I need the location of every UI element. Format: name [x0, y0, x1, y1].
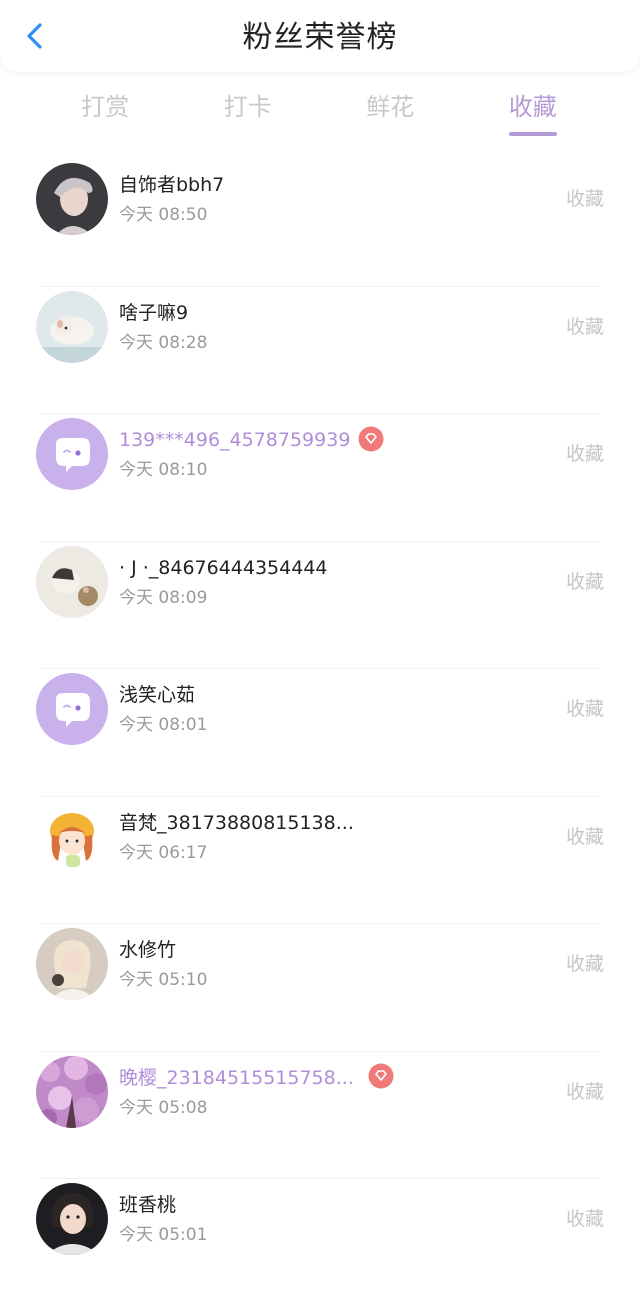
user-name: 自饰者bbh7: [119, 174, 225, 196]
user-name: 班香桃: [119, 1194, 177, 1216]
photo-avatar-icon: [36, 290, 108, 363]
user-name: 139***496_4578759939: [119, 426, 384, 454]
list-item[interactable]: 浅笑心茹 今天 08:01 收藏: [36, 668, 604, 796]
action-label: 收藏: [565, 825, 604, 848]
avatar[interactable]: [36, 1183, 108, 1255]
timestamp: 今天 08:09: [119, 587, 208, 608]
action-label: 收藏: [565, 315, 604, 338]
timestamp: 今天 05:10: [119, 970, 208, 990]
tab-flowers[interactable]: 鲜花: [319, 88, 462, 144]
timestamp: 今天 05:01: [119, 1225, 208, 1245]
tab-reward[interactable]: 打赏: [34, 88, 177, 144]
avatar[interactable]: [36, 800, 108, 873]
active-tab-indicator: [508, 132, 557, 136]
user-name: 浅笑心茹: [119, 684, 196, 706]
default-chat-avatar-icon: [36, 673, 108, 745]
user-name: · J ·_84676444354444: [119, 556, 328, 579]
action-label: 收藏: [565, 698, 604, 720]
list-item[interactable]: 啥子嘛9 今天 08:28 收藏: [36, 285, 604, 414]
list-item[interactable]: 水修竹 今天 05:10 收藏: [36, 923, 604, 1051]
user-name-text: 139***496_4578759939: [119, 429, 351, 451]
default-chat-avatar-icon: [36, 418, 108, 490]
action-label: 收藏: [565, 188, 604, 210]
user-name: 啥子嘛9: [119, 301, 189, 324]
header-bar: 粉丝荣誉榜: [0, 0, 640, 72]
user-name: 音梵_38173880815138...: [119, 811, 354, 834]
user-name: 晚樱_23184515515758...: [119, 1063, 394, 1092]
action-label: 收藏: [565, 570, 604, 593]
tab-checkin[interactable]: 打卡: [177, 88, 320, 144]
list-item[interactable]: 音梵_38173880815138... 今天 06:17 收藏: [36, 795, 604, 924]
list-item[interactable]: 自饰者bbh7 今天 08:50 收藏: [36, 158, 604, 286]
user-name-text: 晚樱_23184515515758...: [119, 1066, 354, 1089]
user-name: 水修竹: [119, 939, 177, 961]
timestamp: 今天 08:10: [119, 460, 208, 480]
avatar[interactable]: [36, 673, 108, 745]
timestamp: 今天 08:50: [119, 205, 208, 225]
flower-avatar-icon: [36, 1055, 108, 1128]
photo-avatar-icon: [36, 545, 108, 618]
cartoon-avatar-icon: [36, 800, 108, 873]
action-label: 收藏: [565, 1080, 604, 1103]
photo-avatar-icon: [36, 928, 108, 1000]
vip-diamond-icon: [368, 1063, 394, 1089]
avatar[interactable]: [36, 1055, 108, 1128]
avatar[interactable]: [36, 290, 108, 363]
avatar[interactable]: [36, 418, 108, 490]
fan-list: 自饰者bbh7 今天 08:50 收藏 啥子嘛9 今天 08:28 收藏 139…: [0, 158, 640, 1306]
avatar[interactable]: [36, 545, 108, 618]
tab-label: 打卡: [223, 93, 272, 121]
avatar[interactable]: [36, 163, 108, 235]
list-item[interactable]: 班香桃 今天 05:01 收藏: [36, 1178, 604, 1306]
tab-label: 鲜花: [366, 93, 415, 121]
action-label: 收藏: [565, 443, 604, 465]
tab-label: 收藏: [508, 93, 557, 121]
photo-avatar-icon: [36, 163, 108, 235]
tab-bar: 打赏 打卡 鲜花 收藏: [34, 88, 604, 144]
action-label: 收藏: [565, 1208, 604, 1230]
timestamp: 今天 08:01: [119, 715, 208, 735]
avatar[interactable]: [36, 928, 108, 1000]
page-title: 粉丝荣誉榜: [242, 20, 398, 55]
tab-favorites[interactable]: 收藏: [462, 88, 605, 144]
photo-avatar-icon: [36, 1183, 108, 1255]
list-item[interactable]: · J ·_84676444354444 今天 08:09 收藏: [36, 540, 604, 669]
tab-label: 打赏: [81, 93, 130, 121]
action-label: 收藏: [565, 953, 604, 975]
list-item[interactable]: 139***496_4578759939 今天 08:10 收藏: [36, 413, 604, 541]
timestamp: 今天 08:28: [119, 332, 208, 353]
timestamp: 今天 05:08: [119, 1097, 208, 1118]
timestamp: 今天 06:17: [119, 842, 208, 863]
list-item[interactable]: 晚樱_23184515515758... 今天 05:08 收藏: [36, 1050, 604, 1179]
vip-diamond-icon: [358, 426, 384, 452]
